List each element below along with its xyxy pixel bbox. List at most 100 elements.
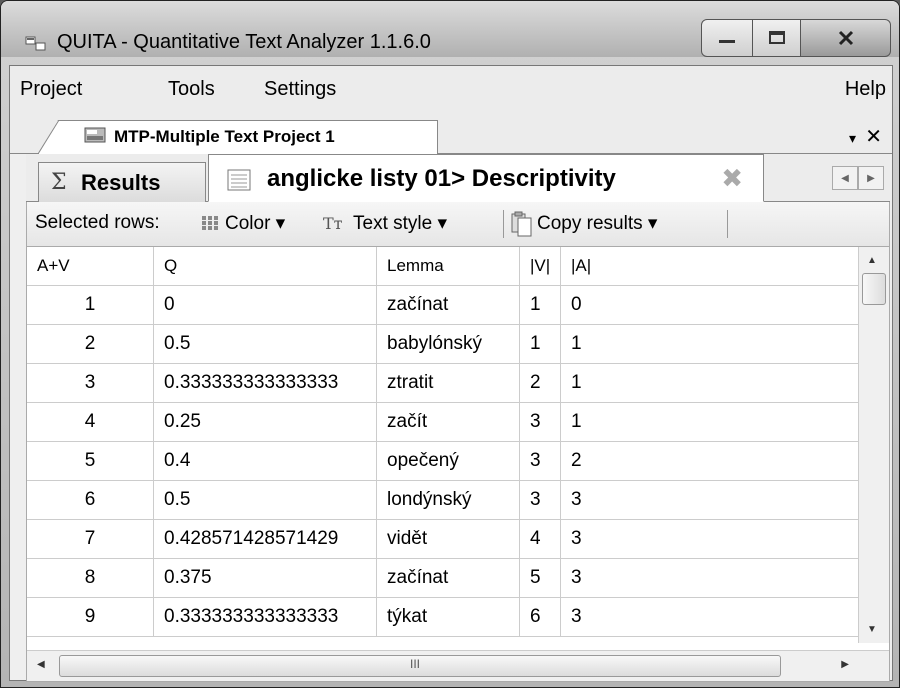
app-icon bbox=[25, 36, 46, 51]
maximize-icon bbox=[768, 31, 785, 44]
client-area: Project Tools Settings Help MTP-Multiple… bbox=[9, 65, 893, 682]
window-title: QUITA - Quantitative Text Analyzer 1.1.6… bbox=[57, 31, 431, 53]
scroll-up-icon[interactable]: ▲ bbox=[867, 255, 877, 266]
maximize-button[interactable] bbox=[753, 19, 801, 57]
table-cell: opečený bbox=[376, 441, 520, 481]
table-cell: 3 bbox=[560, 597, 869, 637]
tab-descriptivity[interactable]: anglicke listy 01> Descriptivity ✖ bbox=[208, 154, 764, 202]
table-cell: 2 bbox=[560, 441, 869, 481]
results-table: A+V Q Lemma |V| |A| 1 0 začínat 1 0 2 0.5 babyl… bbox=[27, 247, 869, 637]
horizontal-scrollbar[interactable]: ◀ III ▶ bbox=[27, 650, 889, 681]
tab-scroll-right-icon[interactable]: ▶ bbox=[858, 166, 884, 190]
project-icon bbox=[84, 127, 106, 143]
results-tab-strip: Σ Results anglicke listy 01> Descriptivi… bbox=[26, 154, 890, 202]
table-cell: začínat bbox=[376, 285, 520, 325]
table-row[interactable]: 6 0.5 londýnský 3 3 bbox=[27, 480, 869, 520]
text-style-icon: Tт bbox=[323, 214, 343, 233]
table-cell: 3 bbox=[560, 519, 869, 559]
table-cell: začínat bbox=[376, 558, 520, 598]
table-cell: 2 bbox=[27, 324, 154, 364]
table-cell: ztratit bbox=[376, 363, 520, 403]
table-cell: 6 bbox=[519, 597, 561, 637]
title-bar[interactable]: QUITA - Quantitative Text Analyzer 1.1.6… bbox=[1, 1, 899, 57]
close-document-icon[interactable]: ✕ bbox=[865, 124, 882, 149]
scroll-grip: III bbox=[410, 657, 421, 671]
menu-tools[interactable]: Tools bbox=[168, 78, 215, 101]
menu-project[interactable]: Project bbox=[20, 78, 82, 101]
table-cell: 1 bbox=[27, 285, 154, 325]
table-header-row: A+V Q Lemma |V| |A| bbox=[27, 247, 869, 286]
document-tab-strip: MTP-Multiple Text Project 1 ▾ ✕ bbox=[10, 114, 892, 154]
tab-project-label: MTP-Multiple Text Project 1 bbox=[114, 127, 335, 146]
color-button[interactable]: Color ▾ bbox=[225, 212, 285, 235]
menu-help[interactable]: Help bbox=[845, 78, 886, 101]
table-cell: 9 bbox=[27, 597, 154, 637]
tab-list-dropdown-icon[interactable]: ▾ bbox=[849, 130, 856, 147]
table-cell: týkat bbox=[376, 597, 520, 637]
horizontal-scroll-thumb[interactable]: III bbox=[59, 655, 781, 677]
table-cell: londýnský bbox=[376, 480, 520, 520]
text-style-button[interactable]: Text style ▾ bbox=[353, 212, 447, 235]
copy-results-button[interactable]: Copy results ▾ bbox=[537, 212, 657, 235]
table-row[interactable]: 5 0.4 opečený 3 2 bbox=[27, 441, 869, 481]
table-cell: 3 bbox=[519, 402, 561, 442]
table-cell: 5 bbox=[27, 441, 154, 481]
scroll-down-icon[interactable]: ▼ bbox=[867, 624, 877, 635]
table-cell: 3 bbox=[519, 441, 561, 481]
window-controls bbox=[701, 19, 891, 59]
close-window-button[interactable] bbox=[801, 19, 891, 57]
table-cell: 4 bbox=[27, 402, 154, 442]
table-row[interactable]: 4 0.25 začít 3 1 bbox=[27, 402, 869, 442]
table-cell: 0 bbox=[560, 285, 869, 325]
column-header-a[interactable]: |A| bbox=[560, 247, 869, 286]
table-cell: 3 bbox=[560, 480, 869, 520]
tab-scroll-left-icon[interactable]: ◀ bbox=[832, 166, 858, 190]
app-window: QUITA - Quantitative Text Analyzer 1.1.6… bbox=[0, 0, 900, 688]
vertical-scrollbar[interactable]: ▲ ▼ bbox=[858, 247, 889, 643]
table-row[interactable]: 9 0.333333333333333 týkat 6 3 bbox=[27, 597, 869, 637]
toolbar-separator-end bbox=[727, 210, 728, 238]
column-header-q[interactable]: Q bbox=[153, 247, 377, 286]
table-cell: 2 bbox=[519, 363, 561, 403]
results-toolbar: Selected rows: Color ▾ Tт Text style ▾ C… bbox=[26, 202, 890, 246]
column-header-v[interactable]: |V| bbox=[519, 247, 561, 286]
table-row[interactable]: 3 0.333333333333333 ztratit 2 1 bbox=[27, 363, 869, 403]
scroll-right-icon[interactable]: ▶ bbox=[841, 659, 849, 670]
table-cell: 1 bbox=[519, 285, 561, 325]
close-tab-icon[interactable]: ✖ bbox=[721, 163, 743, 194]
table-cell: vidět bbox=[376, 519, 520, 559]
table-row[interactable]: 7 0.428571428571429 vidět 4 3 bbox=[27, 519, 869, 559]
scroll-left-icon[interactable]: ◀ bbox=[37, 659, 45, 670]
table-cell: 1 bbox=[560, 402, 869, 442]
tab-slant-edge bbox=[38, 120, 60, 154]
table-cell: začít bbox=[376, 402, 520, 442]
table-cell: 3 bbox=[560, 558, 869, 598]
table-row[interactable]: 1 0 začínat 1 0 bbox=[27, 285, 869, 325]
table-cell: 4 bbox=[519, 519, 561, 559]
table-cell: 0.25 bbox=[153, 402, 377, 442]
table-cell: 1 bbox=[560, 363, 869, 403]
minimize-button[interactable] bbox=[701, 19, 753, 57]
table-cell: 7 bbox=[27, 519, 154, 559]
selected-rows-label: Selected rows: bbox=[35, 212, 160, 233]
table-cell: 1 bbox=[560, 324, 869, 364]
table-row[interactable]: 2 0.5 babylónský 1 1 bbox=[27, 324, 869, 364]
tab-scroll-buttons: ◀ ▶ bbox=[832, 166, 884, 190]
table-cell: 5 bbox=[519, 558, 561, 598]
sigma-icon: Σ bbox=[51, 170, 67, 195]
table-cell: 1 bbox=[519, 324, 561, 364]
table-cell: 6 bbox=[27, 480, 154, 520]
tab-results-label: Results bbox=[81, 170, 161, 195]
table-row[interactable]: 8 0.375 začínat 5 3 bbox=[27, 558, 869, 598]
results-grid: A+V Q Lemma |V| |A| 1 0 začínat 1 0 2 0.5 babyl… bbox=[26, 246, 890, 682]
tab-results[interactable]: Σ Results bbox=[38, 162, 206, 202]
table-cell: 0.333333333333333 bbox=[153, 363, 377, 403]
table-cell: 0.5 bbox=[153, 324, 377, 364]
column-header-lemma[interactable]: Lemma bbox=[376, 247, 520, 286]
close-icon bbox=[838, 30, 853, 46]
column-header-av[interactable]: A+V bbox=[27, 247, 154, 286]
vertical-scroll-thumb[interactable] bbox=[862, 273, 886, 305]
table-cell: babylónský bbox=[376, 324, 520, 364]
menu-settings[interactable]: Settings bbox=[264, 78, 336, 101]
toolbar-separator bbox=[503, 210, 504, 238]
